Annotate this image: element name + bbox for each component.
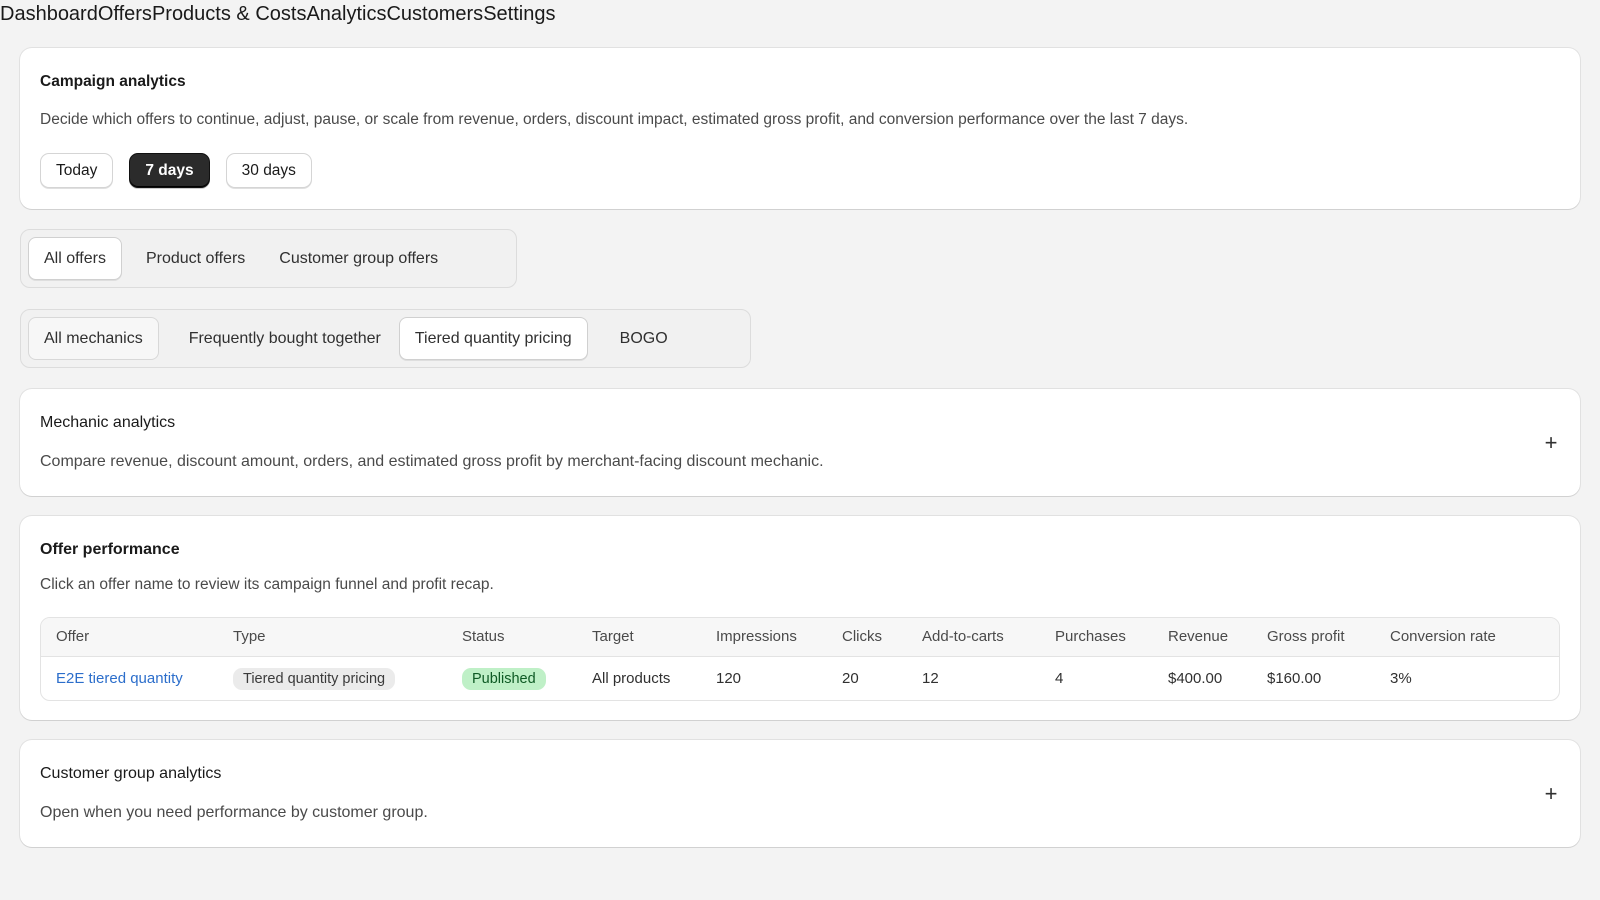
offer-performance-title: Offer performance xyxy=(40,541,180,558)
campaign-analytics-title: Campaign analytics xyxy=(40,73,186,90)
range-7-days-button[interactable]: 7 days xyxy=(129,153,210,188)
offer-scope-tabs: All offers Product offers Customer group… xyxy=(20,229,517,288)
top-navigation: Dashboard Offers Products & Costs Analytics… xyxy=(0,0,555,28)
nav-dashboard[interactable]: Dashboard xyxy=(0,3,98,26)
tab-bogo[interactable]: BOGO xyxy=(604,317,684,360)
tab-all-mechanics[interactable]: All mechanics xyxy=(28,317,159,360)
column-header-revenue: Revenue xyxy=(1153,618,1252,657)
column-header-gross-profit: Gross profit xyxy=(1252,618,1375,657)
column-header-add-to-carts: Add-to-carts xyxy=(907,618,1040,657)
offer-performance-card: Offer performance Click an offer name to… xyxy=(20,516,1580,720)
nav-settings[interactable]: Settings xyxy=(483,3,555,26)
tab-frequently-bought-together[interactable]: Frequently bought together xyxy=(173,317,397,360)
nav-customers[interactable]: Customers xyxy=(386,3,483,26)
impressions-cell: 120 xyxy=(716,670,742,688)
campaign-analytics-card: Campaign analytics Decide which offers t… xyxy=(20,48,1580,209)
date-range-selector: Today 7 days 30 days xyxy=(40,153,312,188)
conversion-rate-cell: 3% xyxy=(1390,670,1412,688)
mechanic-filter-tabs: All mechanics Frequently bought together… xyxy=(20,309,751,368)
nav-analytics[interactable]: Analytics xyxy=(306,3,386,26)
column-header-purchases: Purchases xyxy=(1040,618,1153,657)
add-to-carts-cell: 12 xyxy=(922,670,939,688)
table-header-row: Offer Type Status Target Impressions Cli… xyxy=(41,618,1559,657)
revenue-cell: $400.00 xyxy=(1168,670,1223,688)
tab-customer-group-offers[interactable]: Customer group offers xyxy=(263,237,454,280)
customer-group-analytics-description: Open when you need performance by custom… xyxy=(40,804,428,821)
range-today-button[interactable]: Today xyxy=(40,153,114,188)
customer-group-analytics-title: Customer group analytics xyxy=(40,765,222,782)
tab-product-offers[interactable]: Product offers xyxy=(130,237,261,280)
customer-group-analytics-card[interactable]: Customer group analytics Open when you n… xyxy=(20,740,1580,847)
column-header-conversion-rate: Conversion rate xyxy=(1375,618,1559,657)
offer-performance-description: Click an offer name to review its campai… xyxy=(40,576,494,593)
mechanic-analytics-description: Compare revenue, discount amount, orders… xyxy=(40,453,824,470)
purchases-cell: 4 xyxy=(1055,670,1064,688)
expand-plus-icon[interactable]: + xyxy=(1540,430,1562,455)
campaign-analytics-description: Decide which offers to continue, adjust,… xyxy=(40,111,1189,128)
column-header-clicks: Clicks xyxy=(827,618,907,657)
column-header-status: Status xyxy=(447,618,577,657)
table-row: E2E tiered quantity Tiered quantity pric… xyxy=(41,656,1559,700)
column-header-target: Target xyxy=(577,618,701,657)
offer-performance-table: Offer Type Status Target Impressions Cli… xyxy=(40,617,1560,701)
status-badge: Published xyxy=(462,668,546,691)
column-header-offer: Offer xyxy=(41,618,218,657)
expand-plus-icon[interactable]: + xyxy=(1540,781,1562,806)
nav-offers[interactable]: Offers xyxy=(98,3,152,26)
mechanic-analytics-card[interactable]: Mechanic analytics Compare revenue, disc… xyxy=(20,389,1580,496)
tab-tiered-quantity-pricing[interactable]: Tiered quantity pricing xyxy=(398,317,588,360)
range-30-days-button[interactable]: 30 days xyxy=(225,153,312,188)
mechanic-analytics-title: Mechanic analytics xyxy=(40,414,176,431)
gross-profit-cell: $160.00 xyxy=(1267,670,1322,688)
clicks-cell: 20 xyxy=(842,670,859,688)
tab-all-offers[interactable]: All offers xyxy=(28,237,122,280)
nav-products-costs[interactable]: Products & Costs xyxy=(152,3,307,26)
offer-name-link[interactable]: E2E tiered quantity xyxy=(56,670,183,687)
target-cell: All products xyxy=(592,670,671,688)
column-header-type: Type xyxy=(218,618,447,657)
column-header-impressions: Impressions xyxy=(701,618,827,657)
offer-type-badge: Tiered quantity pricing xyxy=(233,668,396,691)
